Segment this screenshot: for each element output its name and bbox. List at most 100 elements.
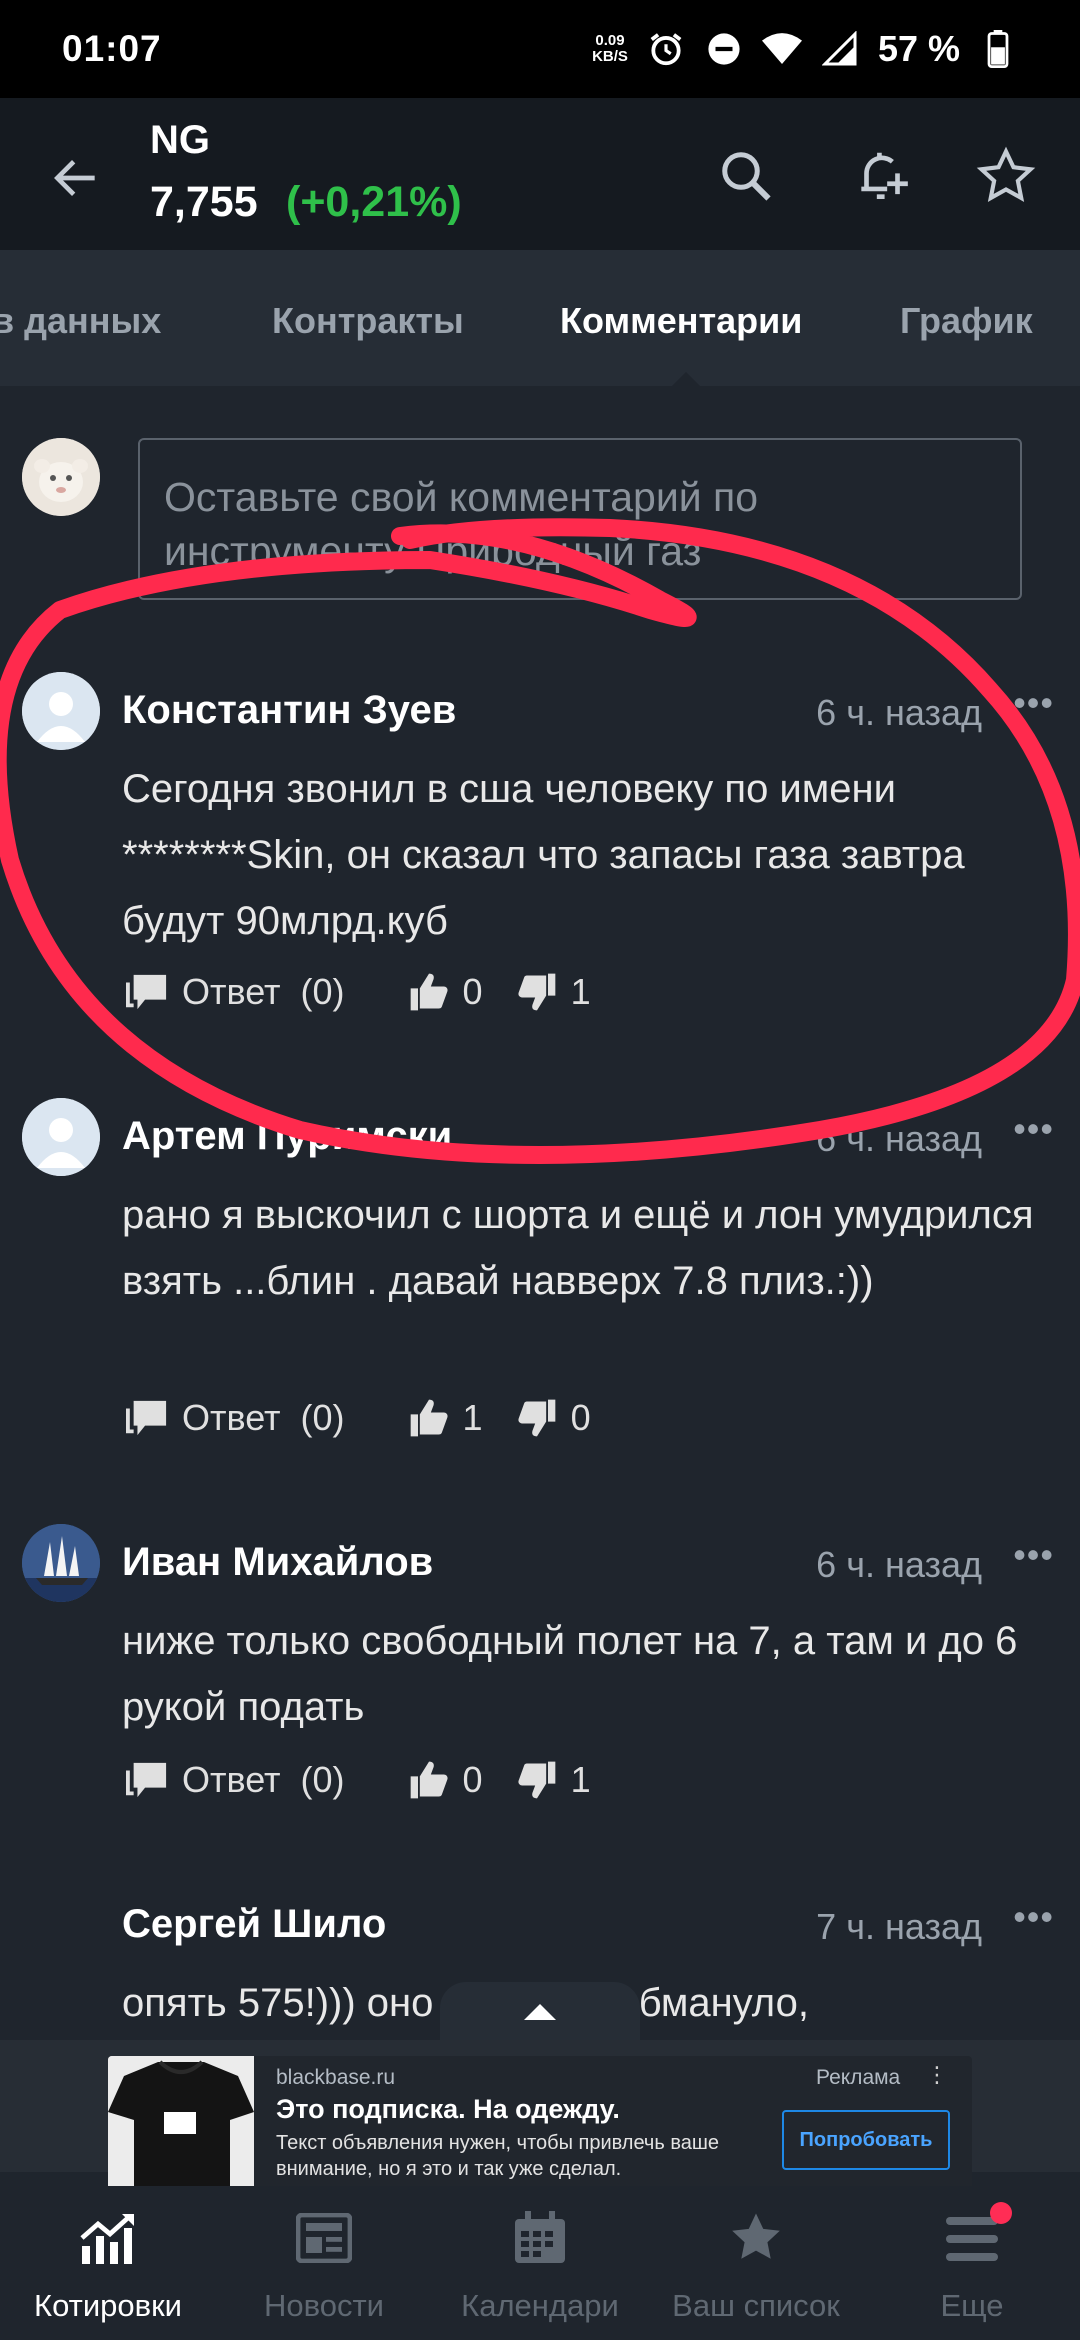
comment-text: Сегодня звонил в сша человеку по имени *… bbox=[122, 767, 965, 943]
nav-news[interactable]: Новости bbox=[216, 2186, 432, 2340]
reply-count: (0) bbox=[300, 1759, 345, 1800]
notification-badge bbox=[990, 2202, 1012, 2224]
nav-label: Ваш список bbox=[672, 2288, 840, 2323]
reply-button[interactable]: Ответ (0) bbox=[124, 971, 345, 1013]
nav-label: Котировки bbox=[34, 2288, 182, 2323]
add-alert-button[interactable] bbox=[842, 136, 922, 216]
wifi-icon bbox=[761, 29, 802, 69]
nav-quotes[interactable]: Котировки bbox=[0, 2186, 216, 2340]
comment-input[interactable]: Оставьте свой комментарий по инструменту… bbox=[138, 438, 1022, 600]
dislike-count: 0 bbox=[570, 1397, 591, 1438]
instrument-header: NG 7,755 (+0,21%) bbox=[0, 98, 1080, 250]
comment-author[interactable]: Артем Пуримски bbox=[122, 1114, 452, 1159]
active-tab-indicator bbox=[672, 372, 700, 386]
more-options-icon[interactable]: ••• bbox=[1013, 1896, 1054, 1938]
instrument-tabs: в данных Контракты Комментарии График bbox=[0, 250, 1080, 386]
expand-ad-button[interactable] bbox=[440, 1982, 640, 2042]
reply-label: Ответ bbox=[182, 1759, 281, 1800]
back-arrow-icon bbox=[54, 160, 95, 196]
comment-time: 6 ч. назад bbox=[816, 1118, 982, 1159]
tab-contracts[interactable]: Контракты bbox=[272, 300, 464, 342]
ad-product-image bbox=[108, 2056, 254, 2190]
cell-signal-icon bbox=[820, 29, 860, 69]
current-user-avatar bbox=[22, 438, 100, 516]
more-options-icon[interactable]: ••• bbox=[1013, 682, 1054, 724]
thumbs-up-icon bbox=[410, 973, 448, 1011]
network-speed: 0.09 KB/S bbox=[592, 33, 628, 65]
comment-actions: Ответ (0) 1 0 bbox=[124, 1388, 591, 1448]
instrument-change: (+0,21%) bbox=[286, 178, 462, 226]
ad-cta-button[interactable]: Попробовать bbox=[782, 2110, 950, 2170]
comment-time: 6 ч. назад bbox=[816, 692, 982, 733]
do-not-disturb-icon bbox=[704, 29, 744, 69]
default-avatar bbox=[22, 672, 100, 750]
reply-label: Ответ bbox=[182, 971, 281, 1012]
comment-time: 7 ч. назад bbox=[816, 1906, 982, 1947]
thumbs-down-icon bbox=[517, 1399, 555, 1437]
comment-author[interactable]: Константин Зуев bbox=[122, 688, 456, 733]
thumbs-down-icon bbox=[517, 973, 555, 1011]
comment-text: ниже только свободный полет на 7, а там … bbox=[122, 1619, 1018, 1729]
comment-author[interactable]: Иван Михайлов bbox=[122, 1540, 433, 1585]
nav-watchlist[interactable]: Ваш список bbox=[648, 2186, 864, 2340]
star-outline-icon bbox=[976, 146, 1036, 202]
dislike-button[interactable]: 1 bbox=[515, 970, 591, 1014]
thumbs-up-icon bbox=[410, 1761, 448, 1799]
more-options-icon[interactable]: ••• bbox=[1013, 1108, 1054, 1150]
like-count: 1 bbox=[462, 1397, 483, 1438]
battery-icon bbox=[978, 29, 1018, 69]
back-button[interactable] bbox=[36, 138, 116, 218]
ad-label: Реклама bbox=[816, 2066, 901, 2089]
thumbs-down-icon bbox=[517, 1761, 555, 1799]
star-icon bbox=[726, 2208, 786, 2268]
reply-label: Ответ bbox=[182, 1397, 281, 1438]
bottom-navigation: Котировки Новости Календари Ваш список Е… bbox=[0, 2186, 1080, 2340]
more-options-icon[interactable]: ••• bbox=[1013, 1534, 1054, 1576]
comment-time: 6 ч. назад bbox=[816, 1544, 982, 1585]
status-time: 01:07 bbox=[62, 28, 162, 69]
like-button[interactable]: 0 bbox=[407, 1758, 483, 1802]
comment-actions: Ответ (0) 0 1 bbox=[124, 962, 591, 1022]
comment-text: рано я выскочил с шорта и ещё и лон умуд… bbox=[122, 1193, 1034, 1303]
search-icon bbox=[722, 152, 771, 201]
tab-comments[interactable]: Комментарии bbox=[560, 300, 802, 342]
like-count: 0 bbox=[462, 1759, 483, 1800]
ad-banner[interactable]: blackbase.ru Реклама ⋮ Это подписка. На … bbox=[108, 2056, 972, 2190]
sailing-ship-avatar bbox=[22, 1524, 100, 1602]
nav-more[interactable]: Еще bbox=[864, 2186, 1080, 2340]
instrument-symbol: NG bbox=[150, 118, 210, 162]
ad-title: Это подписка. На одежду. bbox=[276, 2094, 620, 2124]
menu-icon bbox=[942, 2202, 1012, 2268]
reply-button[interactable]: Ответ (0) bbox=[124, 1759, 345, 1801]
nav-calendars[interactable]: Календари bbox=[432, 2186, 648, 2340]
dislike-count: 1 bbox=[570, 971, 591, 1012]
reply-icon bbox=[126, 1400, 167, 1436]
network-speed-value: 0.09 bbox=[595, 32, 625, 49]
comment-author[interactable]: Сергей Шило bbox=[122, 1902, 386, 1947]
ad-options-icon[interactable]: ⋮ bbox=[926, 2062, 948, 2088]
alarm-icon bbox=[646, 29, 686, 69]
like-button[interactable]: 0 bbox=[407, 970, 483, 1014]
search-button[interactable] bbox=[706, 136, 786, 216]
dislike-button[interactable]: 1 bbox=[515, 1758, 591, 1802]
network-speed-unit: KB/S bbox=[592, 48, 628, 65]
thumbs-up-icon bbox=[410, 1399, 448, 1437]
reply-button[interactable]: Ответ (0) bbox=[124, 1397, 345, 1439]
nav-label: Еще bbox=[940, 2288, 1004, 2323]
battery-percent: 57 % bbox=[877, 28, 960, 69]
nav-label: Новости bbox=[263, 2288, 384, 2323]
comment-actions: Ответ (0) 0 1 bbox=[124, 1750, 591, 1810]
dislike-button[interactable]: 0 bbox=[515, 1396, 591, 1440]
tab-overview[interactable]: в данных bbox=[0, 300, 161, 342]
ad-banner-area: blackbase.ru Реклама ⋮ Это подписка. На … bbox=[0, 2040, 1080, 2190]
status-bar: 01:07 0.09 KB/S 57 % bbox=[0, 0, 1080, 98]
ad-body: Текст объявления нужен, чтобы привлечь в… bbox=[276, 2132, 720, 2180]
watchlist-star-button[interactable] bbox=[966, 136, 1046, 216]
default-avatar bbox=[22, 1098, 100, 1176]
status-icons: 0.09 KB/S 57 % bbox=[592, 28, 1018, 70]
like-count: 0 bbox=[462, 971, 483, 1012]
dislike-count: 1 bbox=[570, 1759, 591, 1800]
like-button[interactable]: 1 bbox=[407, 1396, 483, 1440]
tab-chart[interactable]: График bbox=[900, 300, 1033, 342]
reply-icon bbox=[126, 974, 167, 1010]
